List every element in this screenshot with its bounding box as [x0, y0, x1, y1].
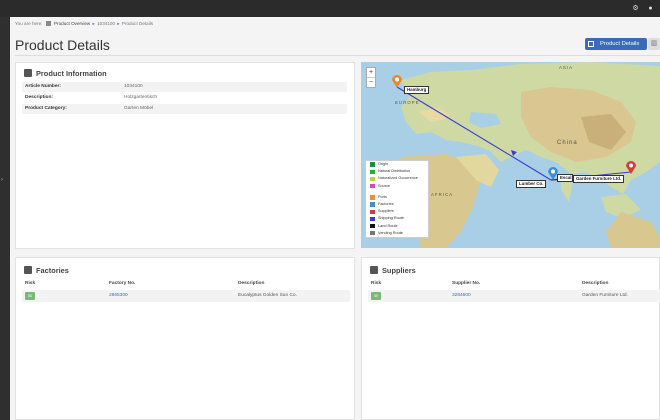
port-marker-icon[interactable] [391, 74, 403, 88]
factory-icon [24, 266, 32, 274]
breadcrumb-prefix: You are here: [15, 21, 43, 26]
legend-item: Source [366, 183, 428, 190]
breadcrumb-product-overview[interactable]: Product Overview [54, 21, 90, 26]
marker-label-hamburg: Hamburg [404, 86, 430, 94]
column-header-description[interactable]: Description [582, 281, 608, 286]
risk-badge: 50 [25, 292, 35, 300]
region-label-china: China [557, 140, 578, 146]
settings-icon[interactable]: ⚙ [631, 4, 640, 13]
column-header-risk[interactable]: Risk [25, 281, 35, 286]
breadcrumb-current: Product Details [121, 21, 154, 26]
legend-item: Factories [366, 201, 428, 208]
column-header-risk[interactable]: Risk [371, 281, 381, 286]
info-label: Description: [25, 95, 53, 100]
suppliers-title: Suppliers [370, 266, 416, 275]
main-content: You are here: Product Overview ▸ 1034100… [10, 17, 660, 420]
list-icon [588, 41, 594, 47]
legend-item: Naturalized Occurrence [366, 175, 428, 182]
zoom-out-button[interactable]: − [367, 77, 375, 87]
product-details-button[interactable]: Product Details [585, 38, 647, 50]
table-row[interactable]: 50 2865300 Eucalyptus Golden Sun Co. [22, 290, 350, 302]
legend-item: Origin [366, 161, 428, 168]
suppliers-panel: Suppliers Risk Supplier No. Description … [361, 257, 660, 420]
factories-title: Factories [24, 266, 69, 275]
legend-item: Suppliers [366, 208, 428, 215]
bar-chart-button[interactable]: ▥ [648, 38, 660, 50]
home-icon[interactable] [45, 21, 51, 26]
legend-item: Natural Distribution [366, 168, 428, 175]
factories-panel: Factories Risk Factory No. Description 5… [15, 257, 355, 420]
region-label-africa: AFRICA [431, 192, 454, 197]
info-label: Article Number: [25, 84, 61, 89]
product-details-button-label: Product Details [600, 41, 640, 47]
factory-description: Eucalyptus Golden Sun Co. [238, 293, 297, 298]
page-title: Product Details [15, 37, 110, 53]
breadcrumb-separator-icon: ▸ [117, 21, 120, 26]
title-divider [15, 55, 660, 56]
left-sidebar-strip: › [0, 17, 10, 420]
column-header-description[interactable]: Description [238, 281, 264, 286]
product-info-title: Product Information [24, 69, 107, 78]
map-legend: Origin Natural Distribution Naturalized … [365, 160, 429, 238]
info-row-description: Description: Holzgartentisch [22, 93, 347, 103]
legend-item: Land Route [366, 223, 428, 230]
supplier-description: Garden Furniture Ltd. [582, 293, 628, 298]
table-row[interactable]: 50 3284600 Garden Furniture Ltd. [368, 290, 660, 302]
info-row-article: Article Number: 1034100 [22, 82, 347, 92]
breadcrumb: You are here: Product Overview ▸ 1034100… [15, 21, 153, 27]
region-label-europe: EUROPE [395, 100, 420, 105]
zoom-in-button[interactable]: + [367, 68, 375, 77]
briefcase-icon [370, 266, 378, 274]
legend-item: Shipping Route [366, 215, 428, 222]
info-label: Product Category: [25, 106, 67, 111]
breadcrumb-separator-icon: ▸ [92, 21, 95, 26]
breadcrumb-article[interactable]: 1034100 [97, 21, 115, 26]
building-icon [24, 69, 32, 77]
info-row-category: Product Category: Garten Möbel [22, 104, 347, 114]
bar-chart-icon: ▥ [650, 40, 658, 47]
marker-label-escal: Escal... [557, 174, 573, 182]
marker-label-lumber: Lumber Co. [516, 180, 547, 188]
supplier-number-link[interactable]: 3284600 [452, 290, 471, 302]
risk-badge: 50 [371, 292, 381, 300]
product-info-panel: Product Information Article Number: 1034… [15, 62, 355, 249]
region-label-asia: ASIA [559, 65, 574, 70]
info-value: 1034100 [124, 84, 143, 89]
factory-number-link[interactable]: 2865300 [109, 290, 128, 302]
legend-item: Vending Route [366, 230, 428, 237]
supplier-marker-icon[interactable] [625, 160, 637, 174]
top-bar: ⚙ ● [0, 0, 660, 17]
marker-label-garden-furniture: Garden Furniture Ltd. [573, 175, 625, 183]
notification-icon[interactable]: ● [646, 4, 655, 13]
column-header-supplier-no[interactable]: Supplier No. [452, 281, 480, 286]
zoom-controls: + − [366, 67, 376, 88]
sidebar-expand-icon[interactable]: › [1, 177, 3, 183]
legend-item: Ports [366, 194, 428, 201]
info-value: Garten Möbel [124, 106, 154, 111]
supply-chain-map[interactable]: + − ASIA EUROPE AFRICA China Hamburg Lum… [361, 62, 660, 248]
info-value: Holzgartentisch [124, 95, 158, 100]
column-header-factory-no[interactable]: Factory No. [109, 281, 135, 286]
